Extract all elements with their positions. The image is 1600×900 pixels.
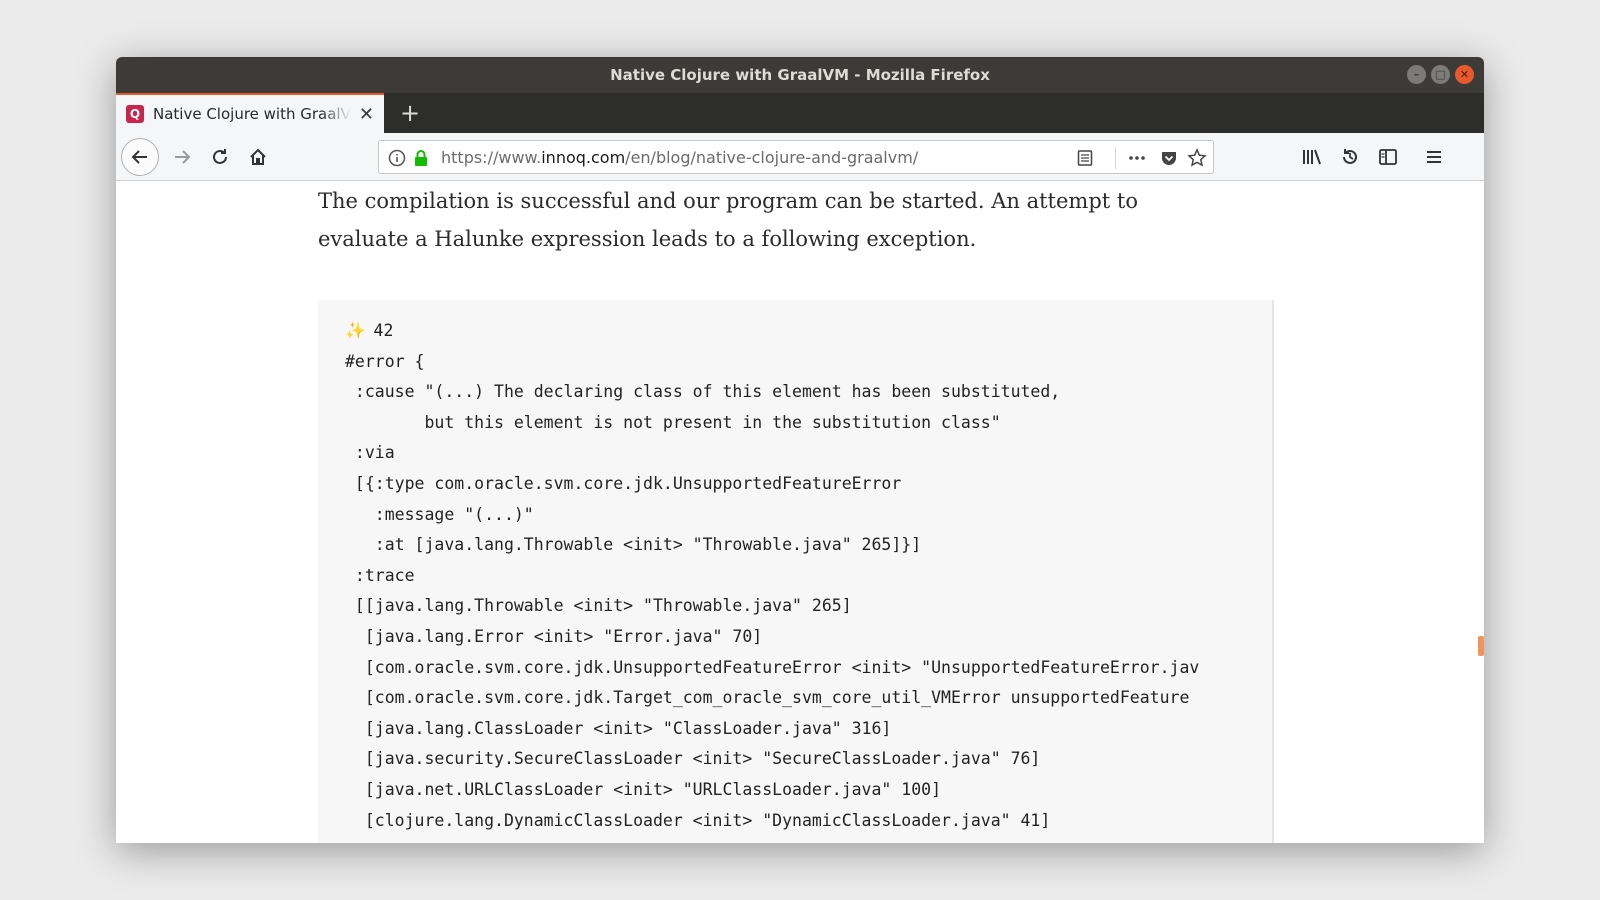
navigation-toolbar: https://www.innoq.com/en/blog/native-clo… (116, 133, 1484, 181)
close-tab-icon[interactable]: ✕ (359, 104, 374, 125)
window-title: Native Clojure with GraalVM - Mozilla Fi… (610, 66, 990, 84)
code-line: [clojure.lang.DynamicClassLoader <init> … (345, 810, 1051, 830)
history-button[interactable] (1332, 139, 1368, 175)
arrow-left-icon (131, 150, 147, 164)
reload-icon (213, 149, 227, 164)
history-icon (1343, 149, 1357, 164)
sidebar-button[interactable] (1370, 139, 1406, 175)
code-lines: ✨ 42 #error { :cause "(...) The declaring … (345, 316, 1199, 836)
code-line: :via (345, 443, 395, 463)
sparkle-icon: ✨ (345, 321, 366, 340)
arrow-right-icon (175, 150, 191, 164)
code-line: [java.net.URLClassLoader <init> "URLClas… (345, 779, 942, 799)
address-bar[interactable]: https://www.innoq.com/en/blog/native-clo… (378, 140, 1214, 174)
url-text[interactable]: https://www.innoq.com/en/blog/native-clo… (441, 148, 918, 167)
tab-active[interactable]: Q Native Clojure with GraalVM ✕ (116, 93, 384, 133)
code-line: [java.security.SecureClassLoader <init> … (345, 749, 1041, 769)
code-line: ✨ 42 (345, 316, 1199, 347)
back-button[interactable] (121, 138, 159, 176)
window-titlebar[interactable]: Native Clojure with GraalVM - Mozilla Fi… (116, 57, 1484, 93)
tab-title: Native Clojure with GraalVM (153, 105, 351, 123)
code-block: ✨ 42 #error { :cause "(...) The declaring … (318, 300, 1274, 843)
favicon-icon: Q (126, 105, 144, 123)
tab-strip: Q Native Clojure with GraalVM ✕ + (116, 93, 1484, 133)
code-line-text: 42 (373, 321, 394, 340)
browser-window: Native Clojure with GraalVM - Mozilla Fi… (116, 57, 1484, 843)
hamburger-icon (1427, 151, 1441, 163)
maximize-button[interactable]: □ (1431, 65, 1450, 84)
code-line: [com.oracle.svm.core.jdk.UnsupportedFeat… (345, 657, 1200, 677)
scrollbar-thumb[interactable] (1478, 636, 1484, 656)
code-line: :trace (345, 565, 415, 585)
code-line: but this element is not present in the s… (345, 412, 1001, 432)
code-line: [com.oracle.svm.core.jdk.Target_com_orac… (345, 688, 1190, 708)
page-content: The compilation is successful and our pr… (116, 182, 1484, 843)
code-line: [[java.lang.Throwable <init> "Throwable.… (345, 596, 852, 616)
reader-view-icon[interactable] (1075, 148, 1095, 168)
library-icon (1303, 149, 1321, 165)
code-line: :message "(...)" (345, 504, 534, 524)
library-button[interactable] (1294, 139, 1330, 175)
reload-button[interactable] (202, 139, 238, 175)
url-separator (1115, 147, 1116, 169)
article-paragraph: The compilation is successful and our pr… (318, 189, 1138, 251)
new-tab-button[interactable]: + (394, 97, 426, 129)
forward-button[interactable] (164, 139, 200, 175)
home-icon (250, 148, 266, 165)
code-line: #error { (345, 351, 425, 371)
page-actions-icon[interactable] (1127, 148, 1147, 168)
minimize-button[interactable]: – (1407, 65, 1426, 84)
code-line: [{:type com.oracle.svm.core.jdk.Unsuppor… (345, 473, 902, 493)
lock-icon[interactable] (411, 148, 431, 168)
code-line: [java.lang.ClassLoader <init> "ClassLoad… (345, 718, 892, 738)
menu-button[interactable] (1416, 139, 1452, 175)
pocket-icon[interactable] (1159, 148, 1179, 168)
code-line: :cause "(...) The declaring class of thi… (345, 382, 1061, 402)
sidebar-icon (1379, 149, 1397, 165)
window-controls: – □ ✕ (1407, 65, 1474, 84)
home-button[interactable] (240, 139, 276, 175)
bookmark-star-icon[interactable] (1187, 148, 1207, 168)
code-line: [java.lang.Error <init> "Error.java" 70] (345, 626, 763, 646)
close-window-button[interactable]: ✕ (1455, 65, 1474, 84)
code-line: :at [java.lang.Throwable <init> "Throwab… (345, 535, 922, 555)
info-icon[interactable] (387, 148, 407, 168)
